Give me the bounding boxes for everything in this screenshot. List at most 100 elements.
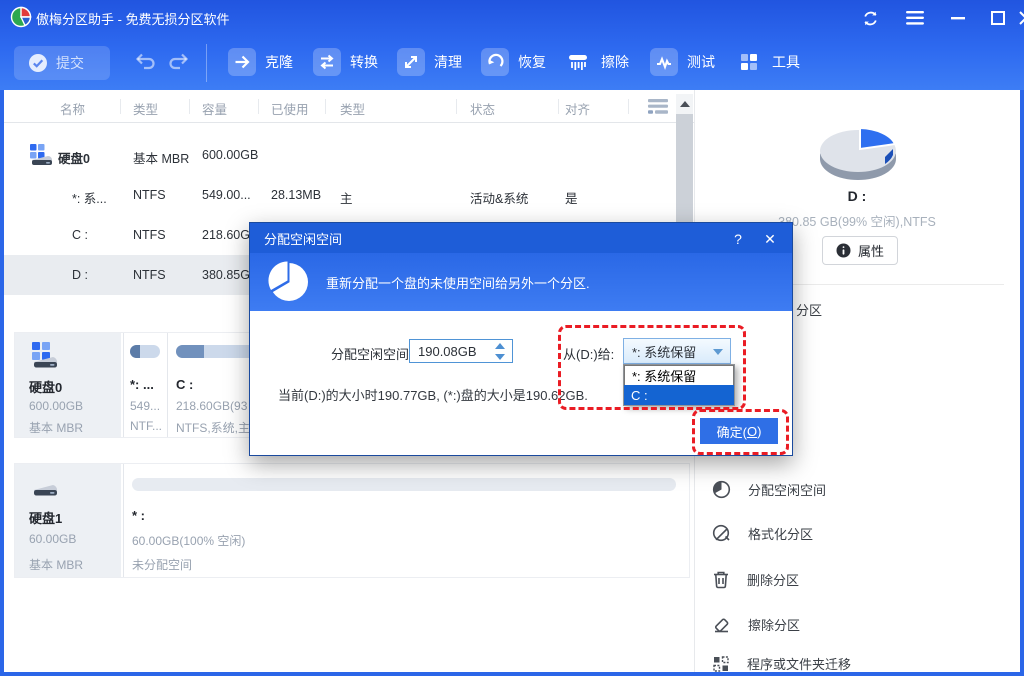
- row-name: *: 系...: [72, 188, 107, 207]
- toolbar-item-cleanup[interactable]: 清理: [397, 48, 462, 76]
- menu-label: 删除分区: [747, 570, 799, 589]
- submit-label: 提交: [56, 53, 84, 73]
- table-header: 名称 类型 容量 已使用 类型 状态 对齐: [4, 92, 694, 123]
- dialog-close-button[interactable]: ✕: [760, 229, 780, 249]
- target-partition-combobox[interactable]: *: 系统保留: [623, 338, 731, 364]
- col-fs[interactable]: 类型: [133, 99, 158, 118]
- disk0-partition-system[interactable]: *: ... 549... NTF...: [123, 333, 168, 437]
- row-aligned: 是: [565, 188, 578, 207]
- row-capacity: 218.60G: [202, 228, 250, 242]
- combobox-dropdown-list: *: 系统保留 C :: [623, 364, 735, 406]
- row-name: 硬盘0: [58, 148, 90, 167]
- app-window: { "titlebar": { "title": "傲梅分区助手 - 免费无损分…: [0, 0, 1024, 676]
- toolbar-label: 克隆: [265, 52, 293, 72]
- col-type[interactable]: 类型: [340, 99, 365, 118]
- col-capacity[interactable]: 容量: [202, 99, 227, 118]
- col-used[interactable]: 已使用: [271, 99, 309, 118]
- test-icon: [650, 48, 678, 76]
- cleanup-icon: [397, 48, 425, 76]
- dropdown-option-system[interactable]: *: 系统保留: [624, 365, 734, 385]
- col-status[interactable]: 状态: [470, 99, 495, 118]
- window-title: 傲梅分区助手 - 免费无损分区软件: [36, 9, 230, 28]
- row-fs: 基本 MBR: [133, 148, 189, 167]
- disk0-name: 硬盘0: [29, 377, 62, 396]
- maximize-button[interactable]: [986, 6, 1010, 30]
- refresh-icon[interactable]: [858, 6, 882, 30]
- menu-item-format-partition[interactable]: 格式化分区: [712, 524, 813, 543]
- ok-button[interactable]: 确定(O): [700, 418, 778, 444]
- allocate-space-icon: [712, 480, 731, 499]
- dialog-titlebar: 分配空闲空间: [250, 223, 792, 253]
- pie-icon: [268, 261, 310, 303]
- submit-button[interactable]: 提交: [14, 46, 110, 80]
- redo-icon[interactable]: [166, 52, 190, 74]
- disk0-size: 600.00GB: [29, 399, 83, 413]
- dialog-description-band: 重新分配一个盘的未使用空间给另外一个分区.: [250, 253, 792, 311]
- menu-item-allocate-free-space[interactable]: 分配空闲空间: [712, 480, 826, 499]
- row-capacity: 380.85G: [202, 268, 250, 282]
- close-button[interactable]: [1014, 6, 1024, 30]
- disk1-scheme: 基本 MBR: [29, 556, 83, 573]
- menu-item-delete-partition[interactable]: 删除分区: [712, 570, 799, 589]
- menu-label: 程序或文件夹迁移: [747, 654, 851, 673]
- partition-size: 549...: [130, 399, 160, 413]
- partition-bar: [132, 478, 676, 491]
- wipe-icon: [564, 48, 592, 76]
- disk-icon: [28, 143, 54, 171]
- toolbar-label: 测试: [687, 52, 715, 72]
- partition-bar-used: [176, 345, 204, 358]
- undo-icon[interactable]: [134, 52, 158, 74]
- check-icon: [28, 53, 48, 73]
- row-type: 主: [340, 188, 353, 207]
- toolbar-item-convert[interactable]: 转换: [313, 48, 378, 76]
- ok-label: 确定(: [717, 422, 747, 441]
- toolbar-label: 清理: [434, 52, 462, 72]
- disk0-card[interactable]: 硬盘0 600.00GB 基本 MBR: [15, 333, 121, 437]
- ok-label: ): [757, 424, 761, 439]
- dialog-info-text: 当前(D:)的大小时190.77GB, (*:)盘的大小是190.62GB.: [278, 385, 588, 404]
- spinner-control[interactable]: [495, 343, 505, 360]
- ok-accesskey: O: [747, 424, 757, 439]
- col-aligned[interactable]: 对齐: [565, 99, 590, 118]
- disk1-name: 硬盘1: [29, 508, 62, 527]
- col-name[interactable]: 名称: [60, 99, 85, 118]
- toolbar-separator: [206, 44, 207, 82]
- toolbar-label: 恢复: [518, 52, 546, 72]
- disk1-card[interactable]: 硬盘1 60.00GB 基本 MBR: [15, 464, 121, 577]
- menu-label: 擦除分区: [748, 615, 800, 634]
- disk1-partition-unallocated[interactable]: * : 60.00GB(100% 空闲) 未分配空间: [123, 464, 690, 577]
- toolbar-item-clone[interactable]: 克隆: [228, 48, 293, 76]
- properties-label: 属性: [858, 241, 884, 260]
- toolbar-item-tools[interactable]: 工具: [735, 48, 800, 76]
- properties-button[interactable]: 属性: [822, 236, 898, 265]
- toolbar-item-wipe[interactable]: 擦除: [564, 48, 629, 76]
- format-partition-icon: [712, 524, 731, 543]
- partition-fs: NTF...: [130, 419, 162, 433]
- migrate-apps-icon: [712, 655, 730, 673]
- row-status: 活动&系统: [470, 188, 528, 207]
- disk0-scheme: 基本 MBR: [29, 419, 83, 436]
- toolbar-item-test[interactable]: 测试: [650, 48, 715, 76]
- table-row-disk0[interactable]: 硬盘0 基本 MBR 600.00GB: [4, 135, 674, 175]
- dialog-help-button[interactable]: ?: [728, 229, 748, 249]
- partition-label: * :: [132, 508, 145, 523]
- app-logo-icon: [10, 6, 32, 33]
- minimize-button[interactable]: [946, 6, 970, 30]
- menu-item-wipe-partition[interactable]: 擦除分区: [712, 615, 800, 634]
- menu-item-migrate-apps[interactable]: 程序或文件夹迁移: [712, 654, 851, 673]
- table-row-system[interactable]: *: 系... NTFS 549.00... 28.13MB 主 活动&系统 是: [4, 175, 674, 215]
- drive-pie-chart: [813, 118, 903, 187]
- scrollbar-up-button[interactable]: [676, 94, 693, 114]
- menu-label: 格式化分区: [748, 524, 813, 543]
- list-view-icon[interactable]: [647, 98, 669, 120]
- partition-size: 218.60GB(93: [176, 399, 247, 413]
- drive-label: D :: [695, 188, 1019, 204]
- info-icon: [836, 243, 851, 258]
- menu-icon[interactable]: [903, 6, 927, 30]
- partition-label: *: ...: [130, 377, 154, 392]
- clipped-menu-item[interactable]: 分区: [796, 300, 822, 319]
- dropdown-option-c[interactable]: C :: [624, 385, 734, 405]
- row-name: D :: [72, 268, 88, 282]
- window-border-right: [1020, 90, 1024, 676]
- toolbar-item-recover[interactable]: 恢复: [481, 48, 546, 76]
